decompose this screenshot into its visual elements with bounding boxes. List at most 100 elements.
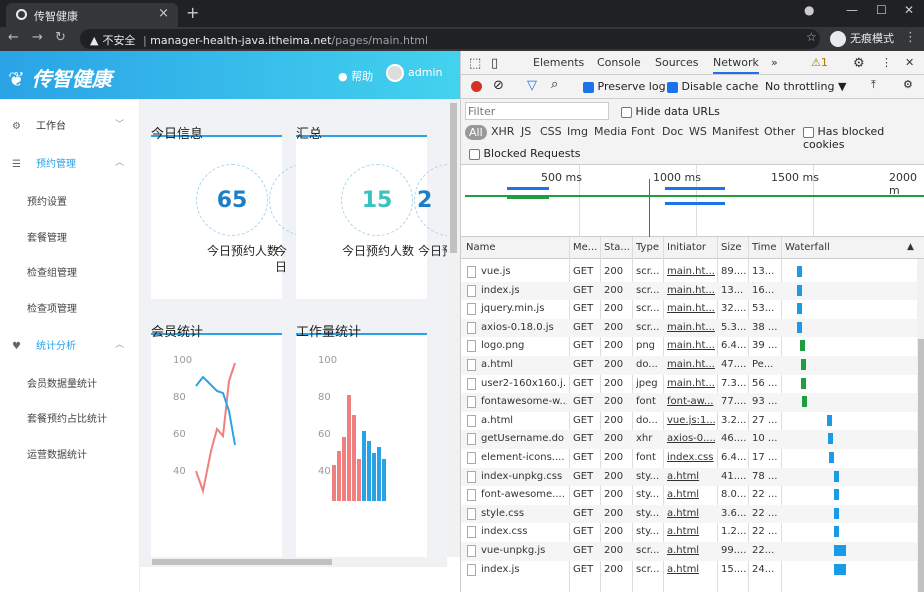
- search-icon[interactable]: ⌕: [551, 77, 558, 92]
- filter-input[interactable]: [465, 102, 609, 120]
- table-cell[interactable]: index.css: [667, 452, 715, 463]
- bookmark-star-icon[interactable]: ☆: [806, 30, 817, 44]
- table-row[interactable]: jquery.min.js GET 200 scr... main.ht... 32...…: [461, 300, 917, 319]
- table-row[interactable]: element-icons.... GET 200 font index.css 6.4.…: [461, 449, 917, 468]
- sidebar-item-member-stats[interactable]: 会员数据量统计: [0, 375, 140, 390]
- horizontal-scrollbar[interactable]: [140, 557, 447, 567]
- table-row[interactable]: style.css GET 200 sty... a.html 3.6.... 22 ...: [461, 504, 917, 524]
- col-time[interactable]: Time: [752, 242, 776, 253]
- table-cell[interactable]: a.html: [667, 508, 715, 519]
- table-row[interactable]: user2-160x160.j... GET 200 jpeg main.ht... 7.…: [461, 375, 917, 394]
- filter-type-ws[interactable]: WS: [689, 125, 707, 138]
- table-row[interactable]: getUsername.do GET 200 xhr axios-0.... 46....…: [461, 430, 917, 449]
- help-link[interactable]: ● 帮助: [338, 68, 373, 84]
- sidebar-item-statistics[interactable]: ♥ 统计分析 ︿: [0, 337, 140, 352]
- user-menu[interactable]: admin: [386, 64, 442, 82]
- sort-up-icon[interactable]: ▲: [907, 242, 914, 252]
- filter-type-manifest[interactable]: Manifest: [712, 125, 759, 138]
- filter-type-all[interactable]: All: [465, 125, 487, 140]
- table-row[interactable]: logo.png GET 200 png main.ht... 6.4.... 39 ...: [461, 337, 917, 356]
- filter-type-css[interactable]: CSS: [540, 125, 562, 138]
- scroll-thumb[interactable]: [450, 103, 457, 253]
- col-status[interactable]: Sta...: [604, 242, 630, 253]
- filter-type-xhr[interactable]: XHR: [491, 125, 514, 138]
- filter-type-img[interactable]: Img: [567, 125, 588, 138]
- reload-icon[interactable]: ↻: [55, 30, 66, 45]
- table-cell[interactable]: main.ht...: [667, 303, 715, 314]
- close-devtools-icon[interactable]: ✕: [905, 56, 914, 69]
- table-cell[interactable]: a.html: [667, 471, 715, 482]
- table-row[interactable]: index-unpkg.css GET 200 sty... a.html 41.... 7…: [461, 467, 917, 487]
- table-row[interactable]: index.js GET 200 scr... a.html 15.... 24...: [461, 561, 917, 580]
- col-waterfall[interactable]: Waterfall: [785, 242, 830, 253]
- tab-elements[interactable]: Elements: [533, 56, 584, 69]
- tab-network[interactable]: Network: [713, 56, 759, 74]
- blocked-requests-checkbox[interactable]: Blocked Requests: [469, 147, 581, 160]
- preserve-log-checkbox[interactable]: Preserve log: [583, 80, 666, 93]
- filter-type-font[interactable]: Font: [631, 125, 655, 138]
- sidebar-item-operations[interactable]: 运营数据统计: [0, 446, 140, 461]
- col-name[interactable]: Name: [466, 242, 496, 253]
- more-tabs-icon[interactable]: »: [771, 56, 778, 69]
- tab-console[interactable]: Console: [597, 56, 641, 69]
- filter-type-doc[interactable]: Doc: [662, 125, 683, 138]
- tab-sources[interactable]: Sources: [655, 56, 699, 69]
- table-cell[interactable]: a.html: [667, 526, 715, 537]
- new-tab-icon[interactable]: +: [186, 3, 199, 22]
- filter-icon[interactable]: ▽: [527, 78, 537, 93]
- table-cell[interactable]: main.ht...: [667, 266, 715, 277]
- vertical-scrollbar[interactable]: [447, 99, 460, 557]
- table-cell[interactable]: main.ht...: [667, 285, 715, 296]
- sidebar-item-appointment[interactable]: ☰ 预约管理 ︿: [0, 155, 140, 170]
- filter-type-js[interactable]: JS: [521, 125, 531, 138]
- scroll-thumb[interactable]: [918, 339, 924, 592]
- filter-type-media[interactable]: Media: [594, 125, 627, 138]
- devtools-menu-icon[interactable]: ⋮: [881, 56, 892, 69]
- browser-tab[interactable]: 传智健康 ×: [6, 3, 178, 27]
- close-tab-icon[interactable]: ×: [158, 6, 169, 21]
- inspect-icon[interactable]: ⬚: [469, 56, 481, 71]
- settings-gear-icon[interactable]: ⚙: [853, 56, 865, 71]
- maximize-icon[interactable]: ☐: [876, 3, 887, 17]
- disable-cache-checkbox[interactable]: Disable cache: [667, 80, 758, 93]
- incognito-indicator[interactable]: 无痕模式: [830, 30, 894, 47]
- device-toggle-icon[interactable]: ▯: [491, 56, 498, 71]
- network-settings-icon[interactable]: ⚙: [903, 78, 913, 91]
- table-cell[interactable]: a.html: [667, 545, 715, 556]
- table-cell[interactable]: main.ht...: [667, 359, 715, 370]
- col-type[interactable]: Type: [636, 242, 659, 253]
- sidebar-item-checkgroup[interactable]: 检查组管理: [0, 264, 140, 279]
- scroll-thumb[interactable]: [152, 559, 332, 565]
- menu-kebab-icon[interactable]: ⋮: [904, 30, 917, 45]
- url-field[interactable]: ▲ 不安全 | manager-health-java.itheima.net/p…: [80, 29, 820, 49]
- sidebar-item-appointment-settings[interactable]: 预约设置: [0, 193, 140, 208]
- close-window-icon[interactable]: ✕: [904, 3, 914, 17]
- table-row[interactable]: index.js GET 200 scr... main.ht... 13... 16...: [461, 281, 917, 301]
- table-cell[interactable]: main.ht...: [667, 340, 715, 351]
- table-cell[interactable]: main.ht...: [667, 378, 715, 389]
- table-row[interactable]: vue.js GET 200 scr... main.ht... 89.... 13...: [461, 263, 917, 282]
- col-method[interactable]: Me...: [573, 242, 597, 253]
- sidebar-item-workbench[interactable]: ⚙ 工作台 ﹀: [0, 117, 140, 132]
- table-cell[interactable]: font-aw...: [667, 396, 715, 407]
- has-blocked-cookies-checkbox[interactable]: Has blocked cookies: [803, 125, 924, 151]
- table-cell[interactable]: a.html: [667, 489, 715, 500]
- record-icon[interactable]: [471, 81, 482, 92]
- forward-icon[interactable]: →: [32, 30, 43, 45]
- warning-badge[interactable]: ⚠1: [811, 56, 828, 69]
- table-cell[interactable]: vue.js:1...: [667, 415, 715, 426]
- table-row[interactable]: fontawesome-w... GET 200 font font-aw... 77..…: [461, 393, 917, 412]
- col-size[interactable]: Size: [721, 242, 742, 253]
- sidebar-item-package-ratio[interactable]: 套餐预约占比统计: [0, 410, 140, 425]
- table-row[interactable]: font-awesome.... GET 200 sty... a.html 8.0...…: [461, 486, 917, 505]
- sidebar-item-checkitem[interactable]: 检查项管理: [0, 300, 140, 315]
- request-table-scrollbar[interactable]: [917, 259, 924, 592]
- sidebar-item-package[interactable]: 套餐管理: [0, 229, 140, 244]
- minimize-icon[interactable]: —: [846, 3, 858, 17]
- filter-type-other[interactable]: Other: [764, 125, 795, 138]
- table-cell[interactable]: main.ht...: [667, 322, 715, 333]
- table-cell[interactable]: a.html: [667, 564, 715, 575]
- table-row[interactable]: index.css GET 200 sty... a.html 1.2.... 22 ...: [461, 523, 917, 542]
- table-row[interactable]: vue-unpkg.js GET 200 scr... a.html 99.... 22..…: [461, 542, 917, 561]
- timeline-overview[interactable]: 500 ms 1000 ms 1500 ms 2000 m: [461, 165, 924, 237]
